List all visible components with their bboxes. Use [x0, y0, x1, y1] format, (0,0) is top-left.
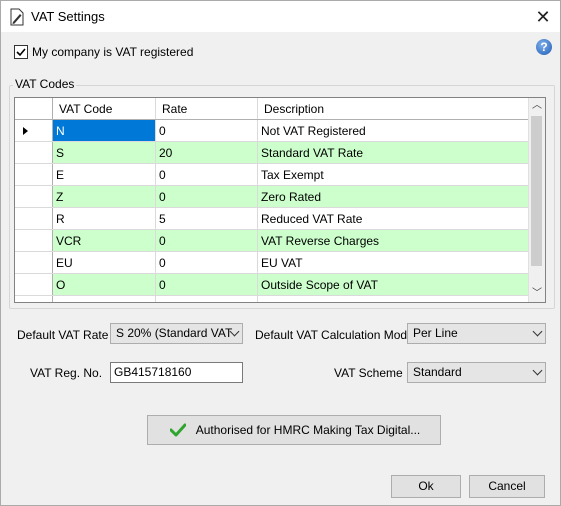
cell-rate[interactable]: 0: [155, 163, 258, 186]
cell-rate[interactable]: 0: [155, 251, 258, 274]
table-row[interactable]: EU 0 EU VAT: [15, 251, 532, 274]
row-header[interactable]: [15, 185, 53, 208]
grid-header-row: VAT Code Rate Description: [15, 98, 532, 120]
cell-rate[interactable]: 0: [155, 229, 258, 252]
row-header[interactable]: [15, 251, 53, 274]
calc-mode-label: Default VAT Calculation Mode: [255, 328, 414, 342]
close-icon: ✕: [535, 6, 551, 27]
chevron-down-icon: [532, 365, 543, 376]
row-header[interactable]: [15, 295, 53, 302]
table-row[interactable]: R 5 Reduced VAT Rate: [15, 207, 532, 230]
cell-vat-code[interactable]: N: [52, 119, 156, 142]
checkmark-icon: [16, 48, 26, 57]
row-header[interactable]: [15, 273, 53, 296]
cancel-button[interactable]: Cancel: [469, 475, 545, 498]
column-header-vat-code[interactable]: VAT Code: [52, 98, 156, 120]
vat-settings-window: VAT Settings ✕ My company is VAT registe…: [0, 0, 561, 506]
table-row[interactable]: S 20 Standard VAT Rate: [15, 141, 532, 164]
row-header[interactable]: [15, 207, 53, 230]
cell-description[interactable]: Reduced VAT Rate: [257, 207, 532, 230]
vertical-scrollbar[interactable]: ︿ ﹀: [528, 98, 545, 302]
table-row[interactable]: O 0 Outside Scope of VAT: [15, 273, 532, 296]
title-bar: VAT Settings ✕: [1, 1, 560, 32]
scrollbar-thumb[interactable]: [531, 116, 542, 266]
default-vat-rate-value: S 20% (Standard VAT: [116, 326, 233, 340]
scroll-down-icon[interactable]: ﹀: [529, 286, 545, 302]
vat-codes-group-label: VAT Codes: [13, 77, 77, 91]
column-header-description[interactable]: Description: [257, 98, 532, 120]
app-pen-icon: [10, 8, 24, 26]
window-title: VAT Settings: [31, 9, 105, 24]
cell-description[interactable]: Not VAT Registered: [257, 119, 532, 142]
ok-button[interactable]: Ok: [391, 475, 461, 498]
cell-rate[interactable]: 20: [155, 141, 258, 164]
vat-reg-no-value: GB415718160: [114, 365, 192, 379]
vat-codes-grid[interactable]: VAT Code Rate Description N 0 Not VAT Re…: [14, 97, 546, 303]
row-header[interactable]: [15, 119, 53, 142]
scroll-up-icon[interactable]: ︿: [529, 98, 545, 114]
cell-vat-code[interactable]: EU: [52, 251, 156, 274]
table-row[interactable]: [15, 295, 532, 302]
close-button[interactable]: ✕: [530, 5, 556, 29]
help-icon[interactable]: ?: [536, 39, 552, 55]
default-vat-rate-select[interactable]: S 20% (Standard VAT: [110, 323, 243, 344]
cell-vat-code[interactable]: S: [52, 141, 156, 164]
table-row[interactable]: Z 0 Zero Rated: [15, 185, 532, 208]
cell-description[interactable]: EU VAT: [257, 251, 532, 274]
vat-scheme-value: Standard: [413, 365, 462, 379]
vat-codes-table: VAT Code Rate Description N 0 Not VAT Re…: [15, 98, 532, 302]
row-header-corner: [15, 98, 53, 120]
table-row[interactable]: E 0 Tax Exempt: [15, 163, 532, 186]
vat-registered-label: My company is VAT registered: [32, 45, 194, 59]
cell-vat-code[interactable]: VCR: [52, 229, 156, 252]
cell-rate[interactable]: 0: [155, 273, 258, 296]
hmrc-button-label: Authorised for HMRC Making Tax Digital..…: [195, 423, 421, 437]
cell-rate[interactable]: 5: [155, 207, 258, 230]
calc-mode-select[interactable]: Per Line: [407, 323, 546, 344]
cell-description[interactable]: Outside Scope of VAT: [257, 273, 532, 296]
cell-vat-code[interactable]: Z: [52, 185, 156, 208]
cell-rate[interactable]: [155, 295, 258, 302]
hmrc-authorised-button[interactable]: Authorised for HMRC Making Tax Digital..…: [147, 415, 441, 445]
row-header[interactable]: [15, 229, 53, 252]
cell-vat-code[interactable]: [52, 295, 156, 302]
vat-scheme-select[interactable]: Standard: [407, 362, 546, 383]
cell-rate[interactable]: 0: [155, 185, 258, 208]
vat-scheme-label: VAT Scheme: [334, 366, 403, 380]
cell-description[interactable]: [257, 295, 532, 302]
vat-reg-no-input[interactable]: GB415718160: [110, 362, 243, 383]
cell-vat-code[interactable]: R: [52, 207, 156, 230]
current-row-pointer-icon: [23, 126, 28, 135]
cell-description[interactable]: Tax Exempt: [257, 163, 532, 186]
cell-description[interactable]: Standard VAT Rate: [257, 141, 532, 164]
vat-registered-checkbox[interactable]: My company is VAT registered: [14, 45, 193, 59]
default-vat-rate-label: Default VAT Rate: [17, 328, 109, 342]
cell-description[interactable]: VAT Reverse Charges: [257, 229, 532, 252]
table-row[interactable]: VCR 0 VAT Reverse Charges: [15, 229, 532, 252]
table-row[interactable]: N 0 Not VAT Registered: [15, 119, 532, 142]
checkbox-box[interactable]: [14, 45, 28, 59]
cell-vat-code[interactable]: E: [52, 163, 156, 186]
cell-description[interactable]: Zero Rated: [257, 185, 532, 208]
vat-reg-no-label: VAT Reg. No.: [30, 366, 103, 380]
green-check-icon: [170, 423, 186, 437]
row-header[interactable]: [15, 163, 53, 186]
cell-vat-code[interactable]: O: [52, 273, 156, 296]
chevron-down-icon: [532, 326, 543, 337]
cell-rate[interactable]: 0: [155, 119, 258, 142]
calc-mode-value: Per Line: [413, 326, 458, 340]
column-header-rate[interactable]: Rate: [155, 98, 258, 120]
row-header[interactable]: [15, 141, 53, 164]
